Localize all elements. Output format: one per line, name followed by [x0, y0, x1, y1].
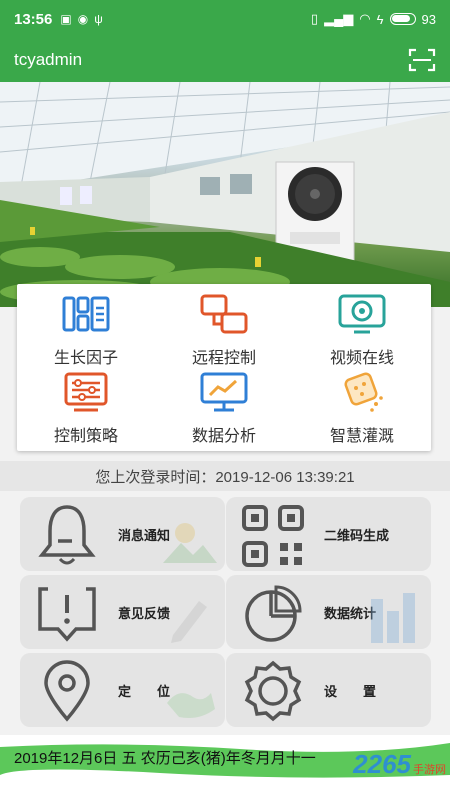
menu-item-label: 数据分析	[191, 428, 256, 445]
scan-icon[interactable]	[408, 48, 436, 72]
map-watermark-icon	[159, 663, 219, 723]
tile-settings[interactable]: 设 置	[226, 653, 431, 727]
status-left-icons: ▣ ◉ ψ	[60, 12, 102, 26]
menu-item-control-strategy[interactable]: 控制策略	[17, 366, 155, 446]
tile-qr-code[interactable]: 二维码生成	[226, 497, 431, 571]
menu-item-label: 生长因子	[53, 350, 118, 367]
settings-gear-icon	[240, 659, 306, 725]
data-analysis-icon	[198, 370, 250, 414]
menu-item-growth-factor[interactable]: 生长因子	[17, 288, 155, 368]
menu-item-smart-irrigation[interactable]: 智慧灌溉	[293, 366, 431, 446]
tile-label: 设 置	[324, 683, 377, 699]
battery-level: 93	[421, 11, 436, 27]
menu-item-label: 控制策略	[53, 428, 118, 445]
location-pin-icon	[34, 659, 100, 725]
pie-chart-icon	[240, 581, 306, 647]
tile-feedback[interactable]: 意见反馈	[20, 575, 225, 649]
menu-item-label: 远程控制	[191, 350, 256, 367]
menu-item-data-analysis[interactable]: 数据分析	[155, 366, 293, 446]
control-strategy-icon	[60, 370, 112, 414]
menu-item-remote-control[interactable]: 远程控制	[155, 288, 293, 368]
last-login-bar: 您上次登录时间：2019-12-06 13:39:21	[0, 461, 450, 491]
tile-location[interactable]: 定 位	[20, 653, 225, 727]
menu-item-label: 智慧灌溉	[329, 428, 394, 445]
brand-number: 2265	[353, 749, 411, 779]
smart-irrigation-icon	[336, 370, 388, 414]
growth-factor-icon	[60, 292, 112, 336]
tile-statistics[interactable]: 数据统计	[226, 575, 431, 649]
greenhouse-banner-image[interactable]	[0, 82, 450, 307]
pencil-watermark-icon	[159, 585, 219, 645]
wifi-icon: ◠	[359, 11, 371, 26]
status-bar: 13:56 ▣ ◉ ψ ▯ ▂▄▆ ◠ ϟ 93	[0, 0, 450, 38]
mountain-watermark-icon	[159, 507, 219, 567]
menu-item-video-online[interactable]: 视频在线	[293, 288, 431, 368]
status-right-icons: ▯ ▂▄▆ ◠ ϟ 93	[311, 11, 436, 27]
status-time: 13:56	[14, 10, 53, 28]
footer-date-bar: 2019年12月6日 五 农历己亥(猪)年冬月月十一 2265 手游网	[0, 735, 450, 800]
battery-icon	[389, 13, 416, 25]
brand-subtitle: 手游网	[413, 764, 446, 776]
usb-icon: ψ	[94, 12, 103, 26]
video-online-icon	[336, 292, 388, 336]
brand-watermark: 2265 手游网	[353, 749, 446, 780]
tile-notifications[interactable]: 消息通知	[20, 497, 225, 571]
notification-icon: ▣	[60, 12, 72, 26]
remote-control-icon	[198, 292, 250, 336]
feedback-icon	[34, 581, 100, 647]
menu-item-label: 视频在线	[329, 350, 394, 367]
feature-menu-card: 生长因子 远程控制 视频在线 控制策略 数据分析 智慧灌溉	[17, 284, 431, 451]
last-login-text: 您上次登录时间：2019-12-06 13:39:21	[95, 468, 355, 486]
charging-icon: ϟ	[376, 11, 384, 27]
qr-code-icon	[240, 503, 306, 569]
tile-label: 二维码生成	[324, 527, 390, 543]
chat-icon: ◉	[77, 12, 89, 26]
vibrate-icon: ▯	[310, 11, 319, 26]
bell-icon	[34, 503, 100, 569]
app-title: tcyadmin	[14, 50, 83, 69]
lunar-date-text: 2019年12月6日 五 农历己亥(猪)年冬月月十一	[14, 750, 316, 767]
signal-icon: ▂▄▆	[324, 11, 354, 26]
app-bar: tcyadmin	[0, 38, 450, 82]
bar-chart-watermark-icon	[365, 585, 425, 645]
